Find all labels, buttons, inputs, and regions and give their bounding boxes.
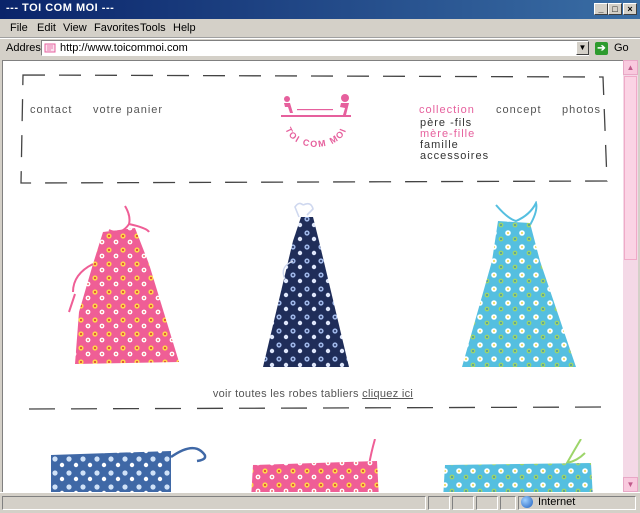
status-cell: [428, 496, 450, 510]
item-sky-image[interactable]: [441, 439, 601, 493]
nav-concept[interactable]: concept: [496, 104, 542, 116]
scroll-down-icon[interactable]: ▼: [623, 477, 638, 492]
status-zone-cell: [518, 496, 636, 510]
title-bar: --- TOI COM MOI --- _ □ ×: [0, 0, 640, 19]
dress-sky-image[interactable]: [448, 201, 588, 376]
item-blue-image[interactable]: [51, 441, 216, 493]
go-arrow-icon: ➔: [595, 42, 608, 55]
nav-photos[interactable]: photos: [562, 104, 601, 116]
internet-globe-icon: [521, 496, 533, 508]
nav-contact[interactable]: contact: [30, 104, 72, 116]
dress-navy-image[interactable]: [233, 201, 383, 376]
menu-help[interactable]: Help: [173, 22, 196, 34]
menu-tools[interactable]: Tools: [140, 22, 166, 34]
web-page: contact votre panier TOI COM MOI collect…: [2, 60, 623, 493]
scroll-up-icon[interactable]: ▲: [623, 60, 638, 75]
see-all-text: voir toutes les robes tabliers: [212, 388, 359, 400]
logo[interactable]: TOI COM MOI: [273, 91, 359, 157]
chevron-down-icon[interactable]: ▼: [576, 41, 589, 55]
nav-collection[interactable]: collection: [419, 104, 475, 116]
maximize-button[interactable]: □: [608, 3, 622, 15]
cliquez-ici-link[interactable]: cliquez ici: [362, 388, 413, 400]
status-cell: [476, 496, 498, 510]
nav-votre-panier[interactable]: votre panier: [93, 104, 163, 116]
close-button[interactable]: ×: [623, 3, 637, 15]
status-cell: [500, 496, 516, 510]
menu-view[interactable]: View: [63, 22, 87, 34]
window-title: --- TOI COM MOI ---: [6, 2, 115, 14]
address-input[interactable]: http://www.toicommoi.com ▼: [41, 40, 589, 56]
zone-label: Internet: [538, 496, 576, 508]
see-all-dresses: voir toutes les robes tabliers cliquez i…: [3, 388, 623, 400]
vertical-scrollbar[interactable]: ▲ ▼: [623, 60, 638, 492]
menu-file[interactable]: File: [10, 22, 28, 34]
logo-text: TOI COM MOI: [283, 126, 348, 150]
status-bar: Internet: [0, 492, 640, 513]
menu-favorites[interactable]: Favorites: [94, 22, 139, 34]
dress-pink-image[interactable]: [63, 204, 203, 374]
menu-bar: File Edit View Favorites Tools Help: [0, 19, 640, 38]
status-cell: [452, 496, 474, 510]
go-label: Go: [614, 42, 629, 54]
item-pink-image[interactable]: [247, 439, 397, 493]
scroll-thumb[interactable]: [624, 76, 637, 260]
address-bar: Address http://www.toicommoi.com ▼ ➔ Go: [0, 38, 640, 59]
status-text-cell: [2, 496, 426, 510]
menu-edit[interactable]: Edit: [37, 22, 56, 34]
go-button[interactable]: ➔ Go: [593, 40, 637, 57]
ie-page-icon: [44, 43, 56, 53]
minimize-button[interactable]: _: [594, 3, 608, 15]
submenu-accessoires[interactable]: accessoires: [420, 150, 489, 162]
address-url: http://www.toicommoi.com: [60, 42, 188, 54]
